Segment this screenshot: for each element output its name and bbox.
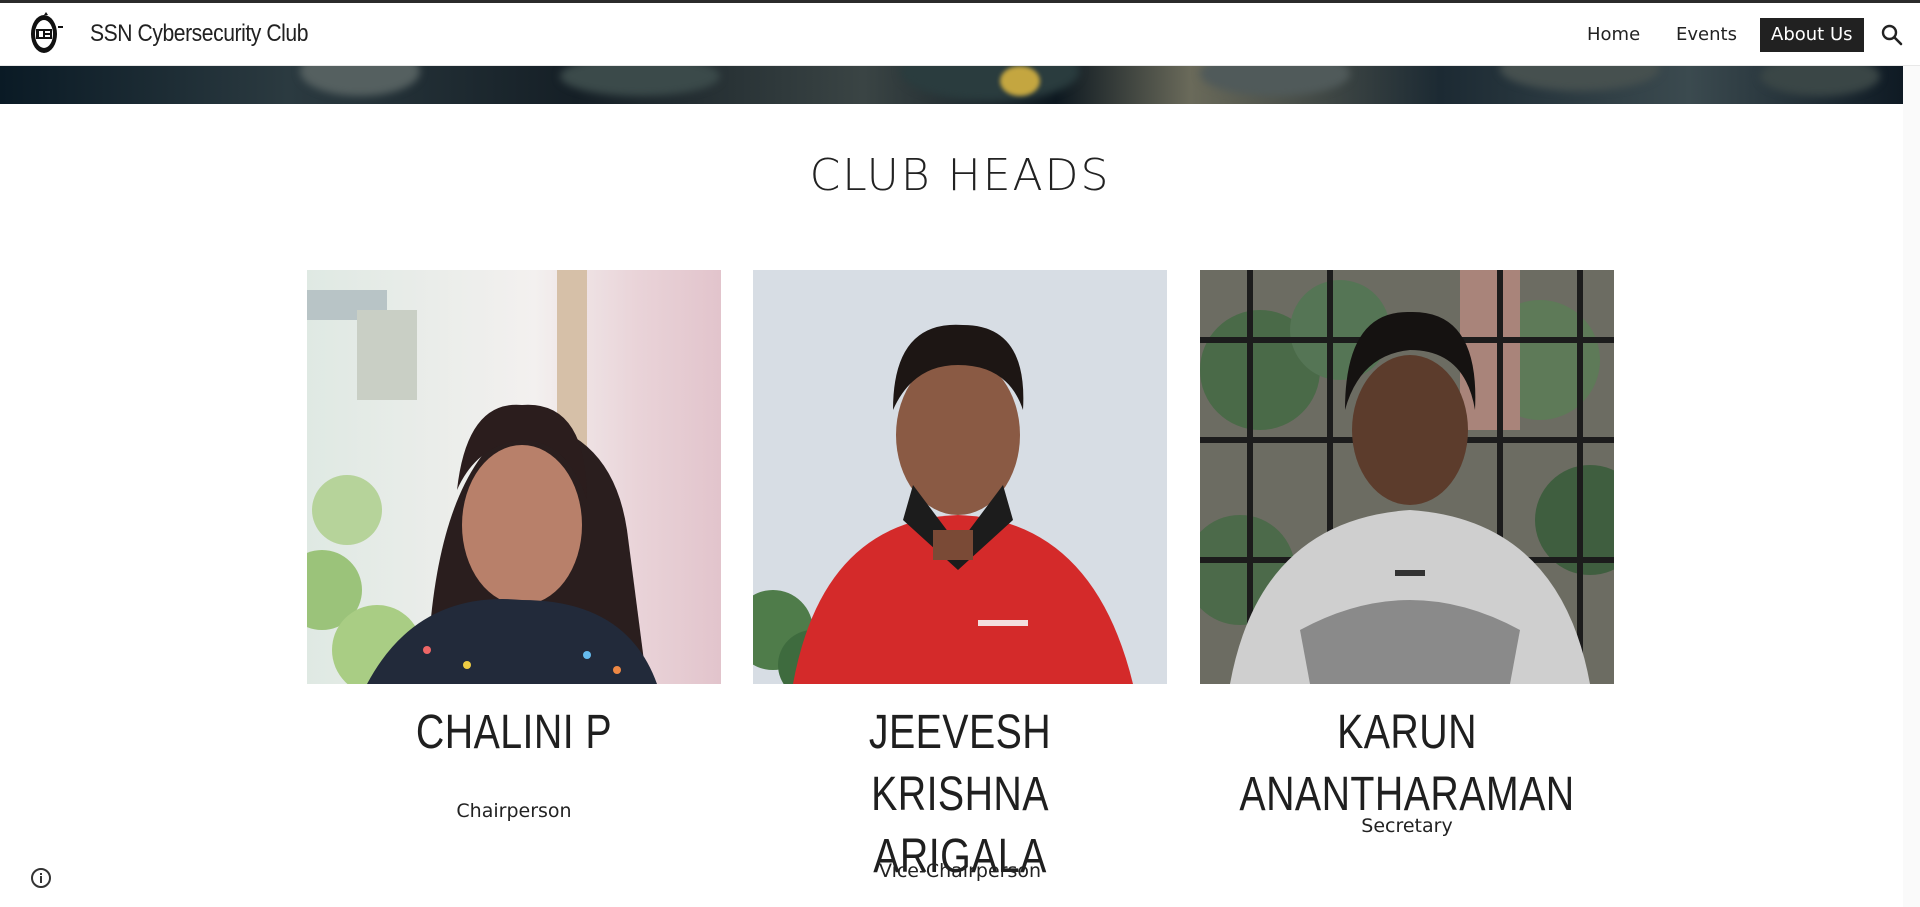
site-header: SSN Cybersecurity Club Home Events About… [0,3,1920,66]
site-title[interactable]: SSN Cybersecurity Club [90,20,308,48]
head-role: Vice-Chairperson [878,860,1042,882]
profile-photo [1200,270,1614,684]
section-title: CLUB HEADS [809,150,1111,201]
head-name: CHALINI P [415,706,613,759]
head-role: Secretary [1361,815,1453,837]
info-icon[interactable] [30,867,52,889]
header-banner-image [0,66,1920,104]
nav-about-us[interactable]: About Us [1760,18,1864,52]
profile-photo [307,270,721,684]
nav-home[interactable]: Home [1576,18,1651,52]
club-logo[interactable] [28,12,64,56]
profile-photo [753,270,1167,684]
head-name: KARUN ANANTHARAMAN [1239,706,1575,821]
head-role: Chairperson [456,800,572,822]
nav-events[interactable]: Events [1665,18,1748,52]
search-icon[interactable] [1880,23,1904,47]
